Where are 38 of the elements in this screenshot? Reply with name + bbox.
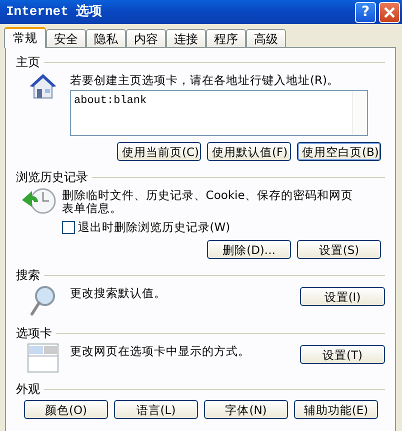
tab[interactable]: 常规: [4, 27, 46, 48]
tab[interactable]: 隐私: [86, 29, 126, 47]
section-title: 浏览历史记录: [16, 169, 88, 185]
button[interactable]: 删除(D)...: [207, 240, 291, 259]
house-icon: [29, 72, 57, 100]
tabs-icon: [27, 343, 59, 373]
description: 更改网页在选项卡中显示的方式。: [70, 345, 250, 358]
checkbox-label: 退出时删除浏览历史记录(W): [78, 221, 230, 234]
tab[interactable]: 高级: [246, 29, 286, 47]
button[interactable]: 使用当前页(C): [117, 142, 201, 161]
button[interactable]: 语言(L): [114, 400, 198, 419]
tab[interactable]: 内容: [126, 29, 166, 47]
close-button[interactable]: [379, 2, 400, 22]
description: 若要创建主页选项卡，请在各地址行键入地址(R)。: [70, 72, 340, 87]
button[interactable]: 使用默认值(F): [207, 142, 291, 161]
button[interactable]: 使用空白页(B): [297, 142, 381, 161]
tab[interactable]: 连接: [166, 29, 206, 47]
button[interactable]: 设置(T): [300, 345, 385, 364]
close-icon: [383, 6, 396, 18]
button[interactable]: 设置(S): [297, 240, 381, 259]
section-title: 外观: [16, 381, 40, 397]
help-button[interactable]: ?: [355, 2, 376, 22]
checkbox[interactable]: [62, 221, 75, 234]
description: 更改搜索默认值。: [70, 287, 166, 300]
description: 删除临时文件、历史记录、Cookie、保存的密码和网页表单信息。: [62, 187, 354, 215]
section-title: 主页: [16, 54, 40, 70]
tab[interactable]: 程序: [206, 29, 246, 47]
button[interactable]: 辅助功能(E): [294, 400, 378, 419]
tab[interactable]: 安全: [46, 29, 86, 47]
section-title: 选项卡: [16, 325, 52, 341]
clock-arrow-icon: [20, 187, 57, 215]
magnifier-icon: [29, 285, 57, 317]
button[interactable]: 颜色(O): [24, 400, 108, 419]
window-title: Internet 选项: [6, 3, 102, 22]
button[interactable]: 设置(I): [300, 287, 385, 306]
address-field[interactable]: about:blank: [70, 90, 368, 136]
button[interactable]: 字体(N): [204, 400, 288, 419]
section-title: 搜索: [16, 267, 40, 283]
